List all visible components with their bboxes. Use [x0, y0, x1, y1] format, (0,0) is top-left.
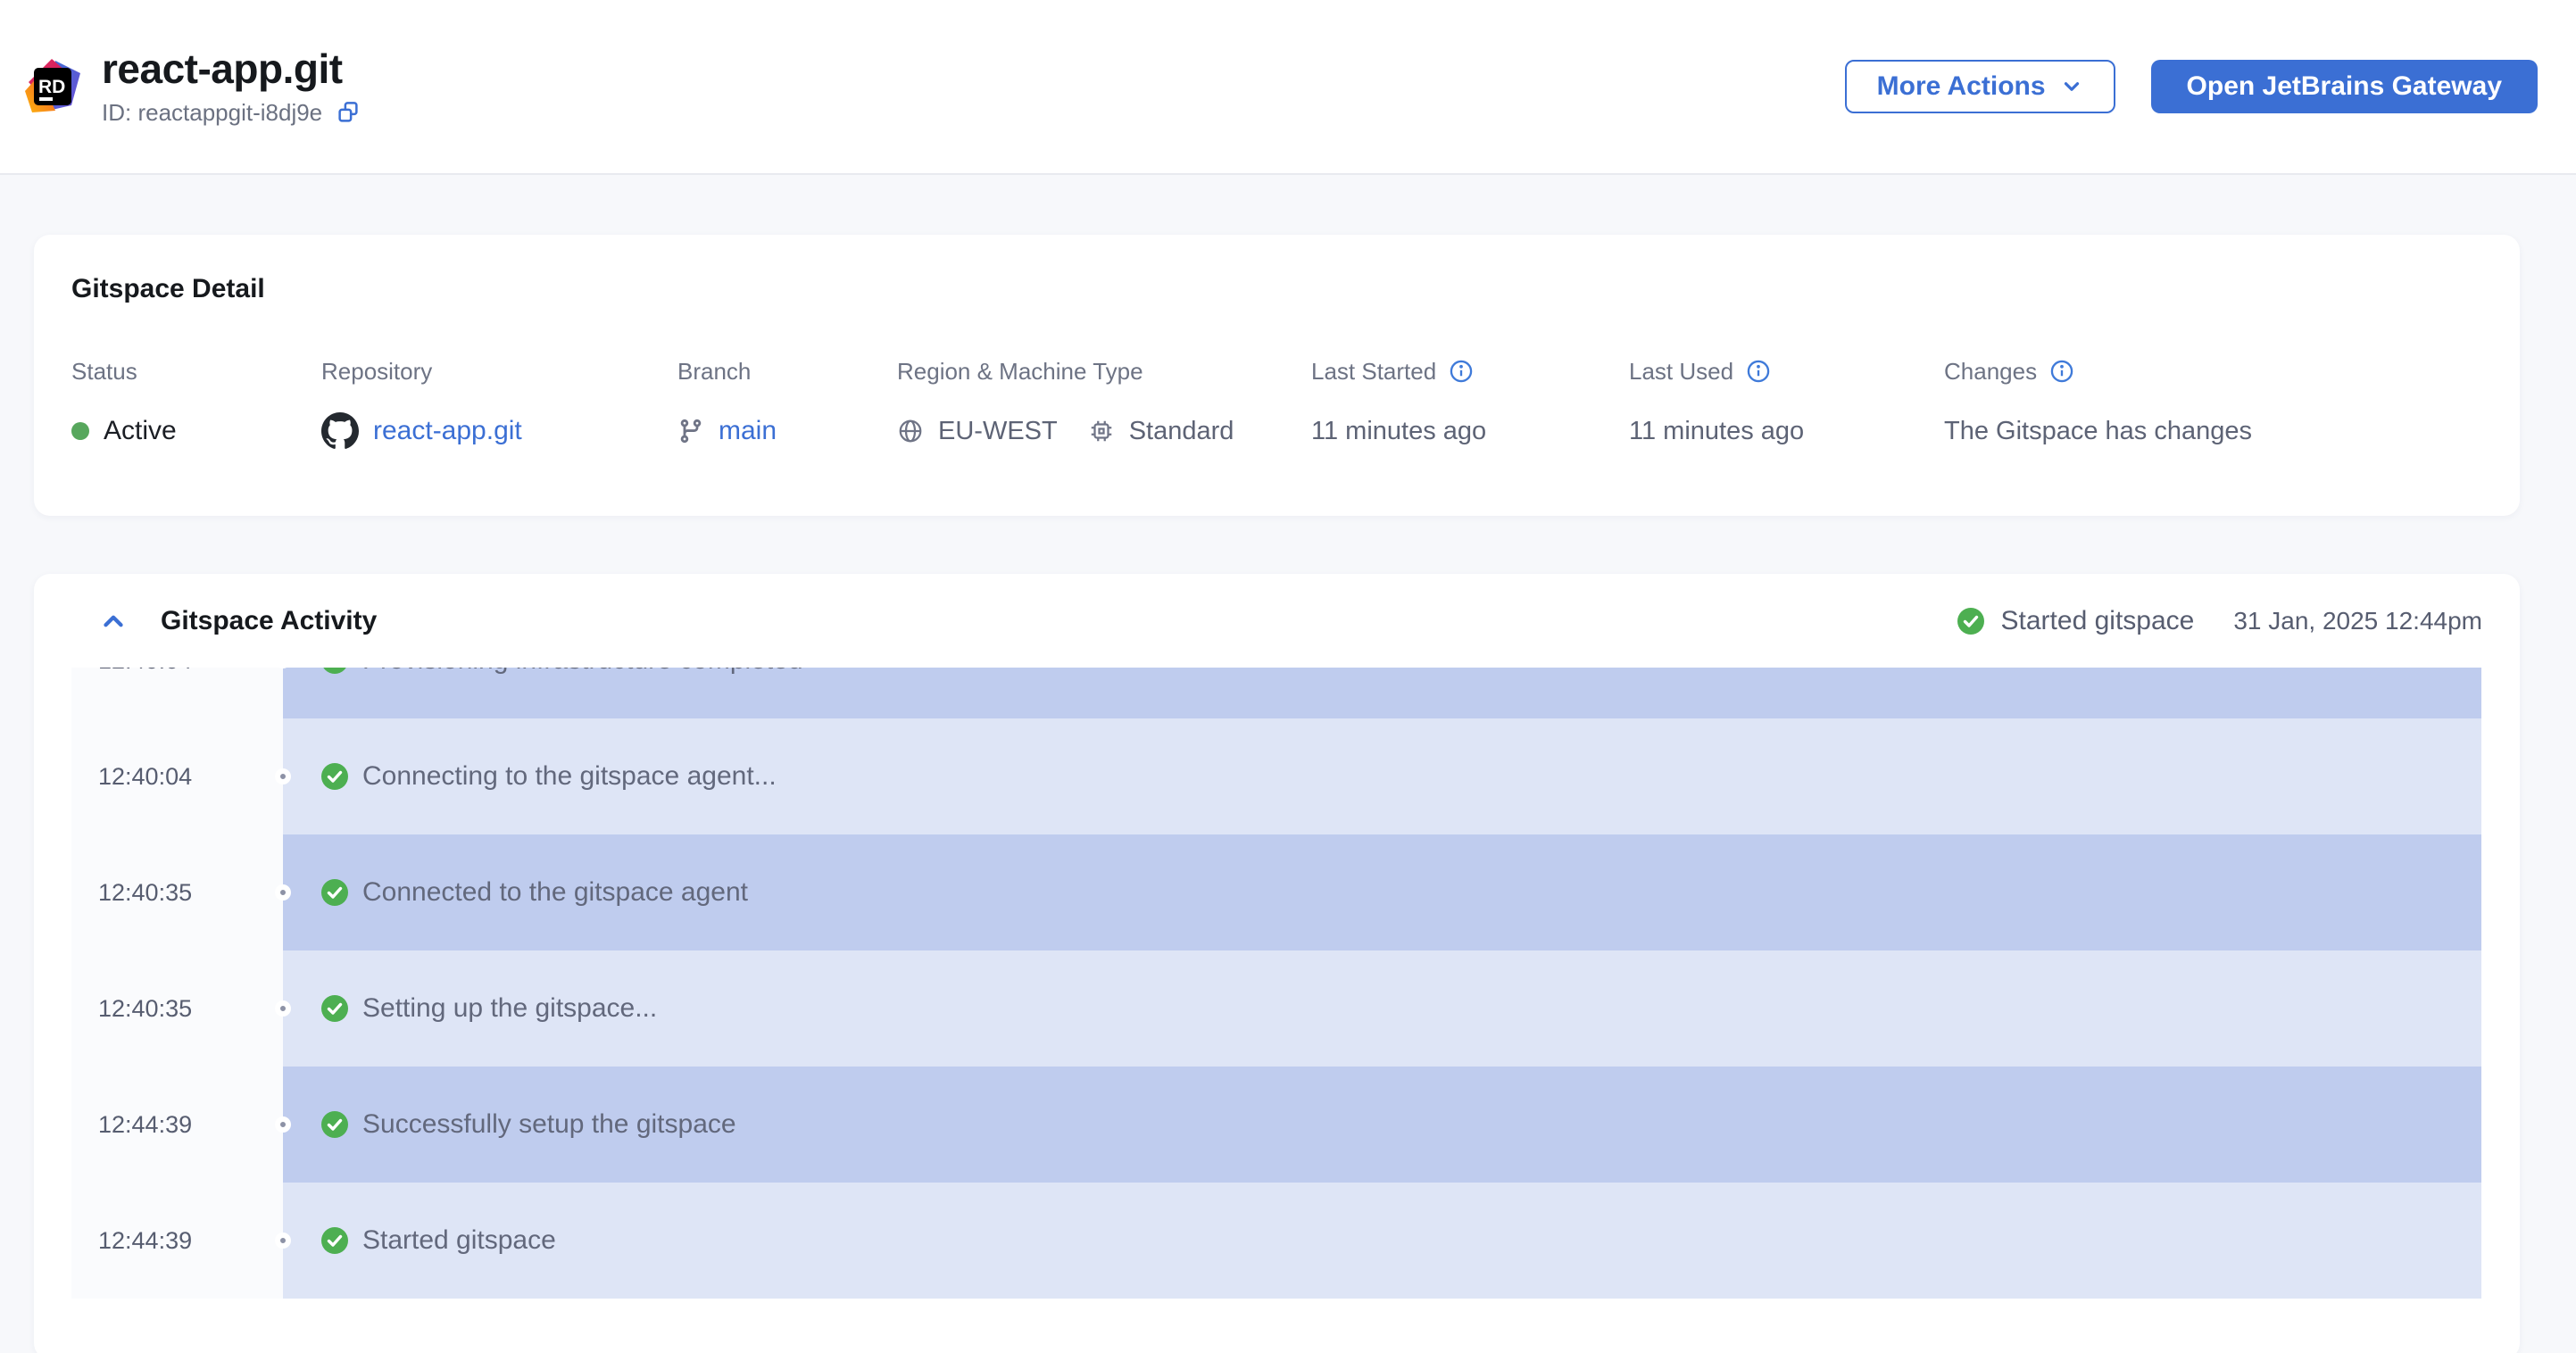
svg-text:RD: RD [38, 77, 65, 97]
log-message: Setting up the gitspace... [362, 993, 658, 1023]
gitspace-id: ID: reactappgit-i8dj9e [102, 98, 323, 126]
jetbrains-rider-logo-icon: RD [23, 57, 82, 116]
info-icon[interactable] [1449, 359, 1474, 384]
copy-icon[interactable] [335, 99, 361, 126]
globe-icon [897, 418, 924, 444]
activity-log-viewport[interactable]: 12:40:04 Provisioning infrastructure com… [71, 668, 2481, 1299]
activity-heading: Gitspace Activity [161, 605, 378, 635]
status-label: Status [71, 357, 137, 385]
timeline-dot-icon [275, 1000, 291, 1017]
branch-label: Branch [677, 357, 752, 385]
success-check-icon [320, 994, 349, 1023]
field-repository: Repository react-app.git [321, 356, 522, 452]
log-message: Successfully setup the gitspace [362, 1109, 736, 1139]
log-timestamp: 12:40:35 [71, 834, 283, 950]
last-started-value: 11 minutes ago [1311, 416, 1487, 445]
github-icon [321, 412, 359, 450]
page-header: RD react-app.git ID: reactappgit-i8dj9e … [0, 0, 2576, 175]
git-branch-icon [677, 418, 704, 444]
open-gateway-label: Open JetBrains Gateway [2186, 71, 2502, 101]
activity-log-row: 12:44:39 Successfully setup the gitspace [71, 1067, 2481, 1183]
last-used-value: 11 minutes ago [1629, 416, 1805, 445]
changes-label: Changes [1944, 357, 2038, 385]
activity-header: Gitspace Activity Started gitspace 31 Ja… [34, 574, 2520, 668]
success-check-icon [320, 1226, 349, 1255]
activity-log-row: 12:40:04 Provisioning infrastructure com… [71, 668, 2481, 718]
chevron-up-icon[interactable] [98, 606, 129, 636]
detail-heading: Gitspace Detail [71, 274, 265, 303]
gitspace-activity-card: Gitspace Activity Started gitspace 31 Ja… [34, 574, 2520, 1353]
chevron-down-icon [2064, 82, 2079, 91]
success-check-icon [320, 668, 349, 675]
open-jetbrains-gateway-button[interactable]: Open JetBrains Gateway [2150, 60, 2538, 113]
cpu-icon [1088, 418, 1115, 444]
activity-log-list: 12:40:04 Provisioning infrastructure com… [71, 668, 2481, 1299]
log-message: Connected to the gitspace agent [362, 877, 748, 907]
latest-event-time: 31 Jan, 2025 12:44pm [2233, 606, 2482, 635]
latest-event-text: Started gitspace [2000, 605, 2195, 635]
success-check-icon [320, 1110, 349, 1139]
activity-log-row: 12:44:39 Started gitspace [71, 1183, 2481, 1299]
log-message: Connecting to the gitspace agent... [362, 761, 777, 791]
field-changes: Changes The Gitspace has changes [1944, 356, 2252, 452]
repository-link[interactable]: react-app.git [373, 416, 522, 446]
timeline-dot-icon [275, 1233, 291, 1249]
info-icon[interactable] [2049, 359, 2074, 384]
region-machine-label: Region & Machine Type [897, 357, 1143, 385]
repository-label: Repository [321, 357, 433, 385]
log-timestamp: 12:40:35 [71, 950, 283, 1067]
log-message: Started gitspace [362, 1225, 556, 1255]
timeline-dot-icon [275, 1116, 291, 1133]
field-branch: Branch main [677, 356, 777, 452]
success-check-icon [320, 762, 349, 791]
activity-latest-status: Started gitspace 31 Jan, 2025 12:44pm [1957, 606, 2482, 636]
changes-value: The Gitspace has changes [1944, 416, 2252, 445]
field-last-started: Last Started 11 minutes ago [1311, 356, 1486, 452]
activity-log-row: 12:40:35 Setting up the gitspace... [71, 950, 2481, 1067]
status-value: Active [104, 416, 177, 445]
log-timestamp: 12:40:04 [71, 668, 283, 718]
region-value: EU-WEST [938, 416, 1058, 445]
activity-log-row: 12:40:04 Connecting to the gitspace agen… [71, 718, 2481, 834]
success-check-icon [320, 878, 349, 907]
timeline-dot-icon [275, 768, 291, 784]
more-actions-label: More Actions [1876, 71, 2046, 101]
more-actions-button[interactable]: More Actions [1844, 60, 2115, 113]
log-timestamp: 12:44:39 [71, 1183, 283, 1299]
page-title: react-app.git [102, 46, 343, 93]
log-message: Provisioning infrastructure completed [362, 668, 803, 676]
field-last-used: Last Used 11 minutes ago [1629, 356, 1804, 452]
activity-log-row: 12:40:35 Connected to the gitspace agent [71, 834, 2481, 950]
success-check-icon [1957, 607, 1985, 635]
field-status: Status Active [71, 356, 177, 452]
branch-link[interactable]: main [719, 416, 777, 446]
title-block: react-app.git ID: reactappgit-i8dj9e [102, 46, 361, 127]
last-started-label: Last Started [1311, 357, 1437, 385]
last-used-label: Last Used [1629, 357, 1734, 385]
log-timestamp: 12:44:39 [71, 1067, 283, 1183]
info-icon[interactable] [1746, 359, 1771, 384]
gitspace-detail-card: Gitspace Detail Status Active Repository… [34, 235, 2520, 516]
field-region-machine: Region & Machine Type EU-WEST Standard [897, 356, 1234, 452]
status-active-dot-icon [71, 422, 89, 440]
machine-type-value: Standard [1128, 416, 1234, 445]
log-timestamp: 12:40:04 [71, 718, 283, 834]
timeline-dot-icon [275, 884, 291, 901]
